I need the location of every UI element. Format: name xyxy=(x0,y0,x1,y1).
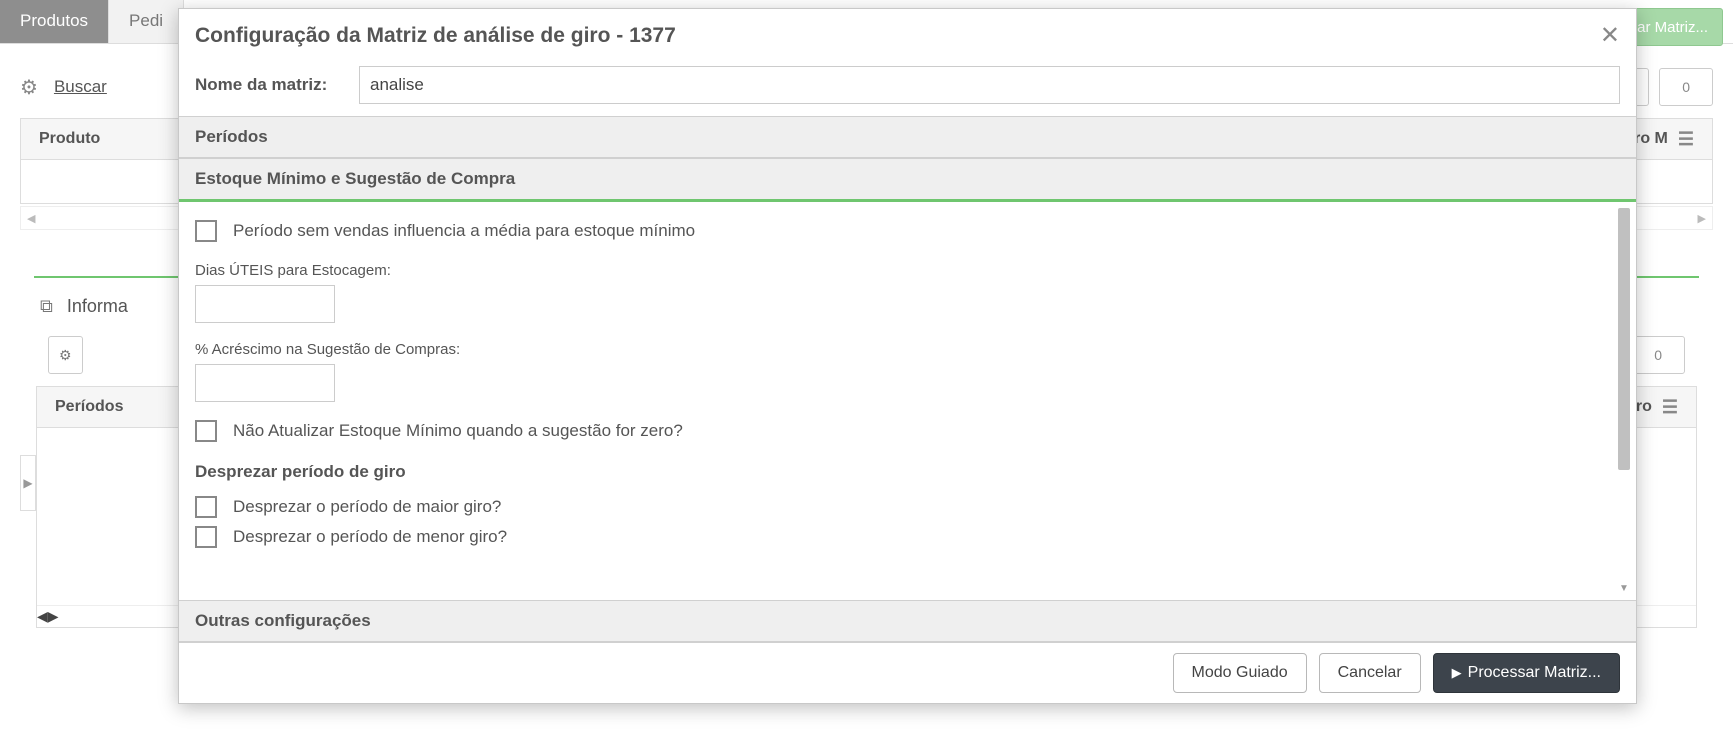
scroll-right-icon[interactable]: ▶ xyxy=(1692,212,1712,225)
tab-pedidos[interactable]: Pedi xyxy=(109,0,184,43)
chk-row-nao-atualizar: Não Atualizar Estoque Mínimo quando a su… xyxy=(195,420,1612,442)
label-dias-uteis: Dias ÚTEIS para Estocagem: xyxy=(195,262,1612,279)
matrix-name-row: Nome da matriz: xyxy=(179,62,1636,116)
section-periodos[interactable]: Períodos xyxy=(179,116,1636,158)
config-modal: Configuração da Matriz de análise de gir… xyxy=(178,8,1637,704)
process-matrix-button[interactable]: ▶ Processar Matriz... xyxy=(1433,653,1620,693)
modo-guiado-button[interactable]: Modo Guiado xyxy=(1173,653,1307,693)
search-link[interactable]: Buscar xyxy=(54,77,107,97)
checkbox-maior-giro[interactable] xyxy=(195,496,217,518)
modal-footer: Modo Guiado Cancelar ▶ Processar Matriz.… xyxy=(179,642,1636,703)
input-acrescimo[interactable] xyxy=(195,364,335,402)
expand-handle[interactable]: ▶ xyxy=(20,455,36,511)
checkbox-menor-giro[interactable] xyxy=(195,526,217,548)
menu-icon[interactable]: ☰ xyxy=(1662,397,1678,418)
modal-vscrollbar[interactable]: ▼ xyxy=(1618,208,1630,594)
process-button-label: Processar Matriz... xyxy=(1468,664,1601,682)
matrix-name-input[interactable] xyxy=(359,66,1620,104)
modal-scroll-area: Período sem vendas influencia a média pa… xyxy=(179,202,1636,600)
cancel-button[interactable]: Cancelar xyxy=(1319,653,1421,693)
gear-icon: ⚙ xyxy=(59,347,72,364)
scroll-left-icon[interactable]: ◀ xyxy=(37,608,48,625)
chk-label: Desprezar o período de maior giro? xyxy=(233,497,501,517)
count-box-2: 0 xyxy=(1631,336,1685,374)
chk-row-maior-giro: Desprezar o período de maior giro? xyxy=(195,496,1612,518)
play-icon: ▶ xyxy=(1452,665,1462,681)
section-outras[interactable]: Outras configurações xyxy=(179,600,1636,642)
tab-produtos[interactable]: Produtos xyxy=(0,0,109,43)
scroll-down-icon[interactable]: ▼ xyxy=(1618,583,1630,594)
input-dias-uteis[interactable] xyxy=(195,285,335,323)
checkbox-periodo-sem-vendas[interactable] xyxy=(195,220,217,242)
chk-row-periodo-sem-vendas: Período sem vendas influencia a média pa… xyxy=(195,220,1612,242)
matrix-name-label: Nome da matriz: xyxy=(195,75,345,95)
subsection-desprezar: Desprezar período de giro xyxy=(195,462,1612,482)
subtab-informa[interactable]: Informa xyxy=(67,296,128,317)
chk-label: Desprezar o período de menor giro? xyxy=(233,527,507,547)
chk-label: Não Atualizar Estoque Mínimo quando a su… xyxy=(233,421,683,441)
chk-row-menor-giro: Desprezar o período de menor giro? xyxy=(195,526,1612,548)
modal-title: Configuração da Matriz de análise de gir… xyxy=(195,24,676,48)
chk-label: Período sem vendas influencia a média pa… xyxy=(233,221,695,241)
menu-icon[interactable]: ☰ xyxy=(1678,129,1694,150)
count-box: 0 xyxy=(1659,68,1713,106)
close-icon[interactable]: ✕ xyxy=(1600,21,1620,50)
scroll-left-icon[interactable]: ◀ xyxy=(21,212,41,225)
scrollbar-thumb[interactable] xyxy=(1618,208,1630,470)
copy-icon[interactable]: ⧉ xyxy=(40,296,53,317)
scroll-right-icon[interactable]: ▶ xyxy=(48,608,59,625)
col-periodos[interactable]: Períodos xyxy=(55,398,123,416)
gear-icon[interactable]: ⚙ xyxy=(20,75,38,100)
col-produto[interactable]: Produto xyxy=(39,130,100,148)
checkbox-nao-atualizar[interactable] xyxy=(195,420,217,442)
gear-button-2[interactable]: ⚙ xyxy=(48,336,83,374)
section-estoque[interactable]: Estoque Mínimo e Sugestão de Compra xyxy=(179,158,1636,202)
label-acrescimo: % Acréscimo na Sugestão de Compras: xyxy=(195,341,1612,358)
modal-header: Configuração da Matriz de análise de gir… xyxy=(179,9,1636,62)
